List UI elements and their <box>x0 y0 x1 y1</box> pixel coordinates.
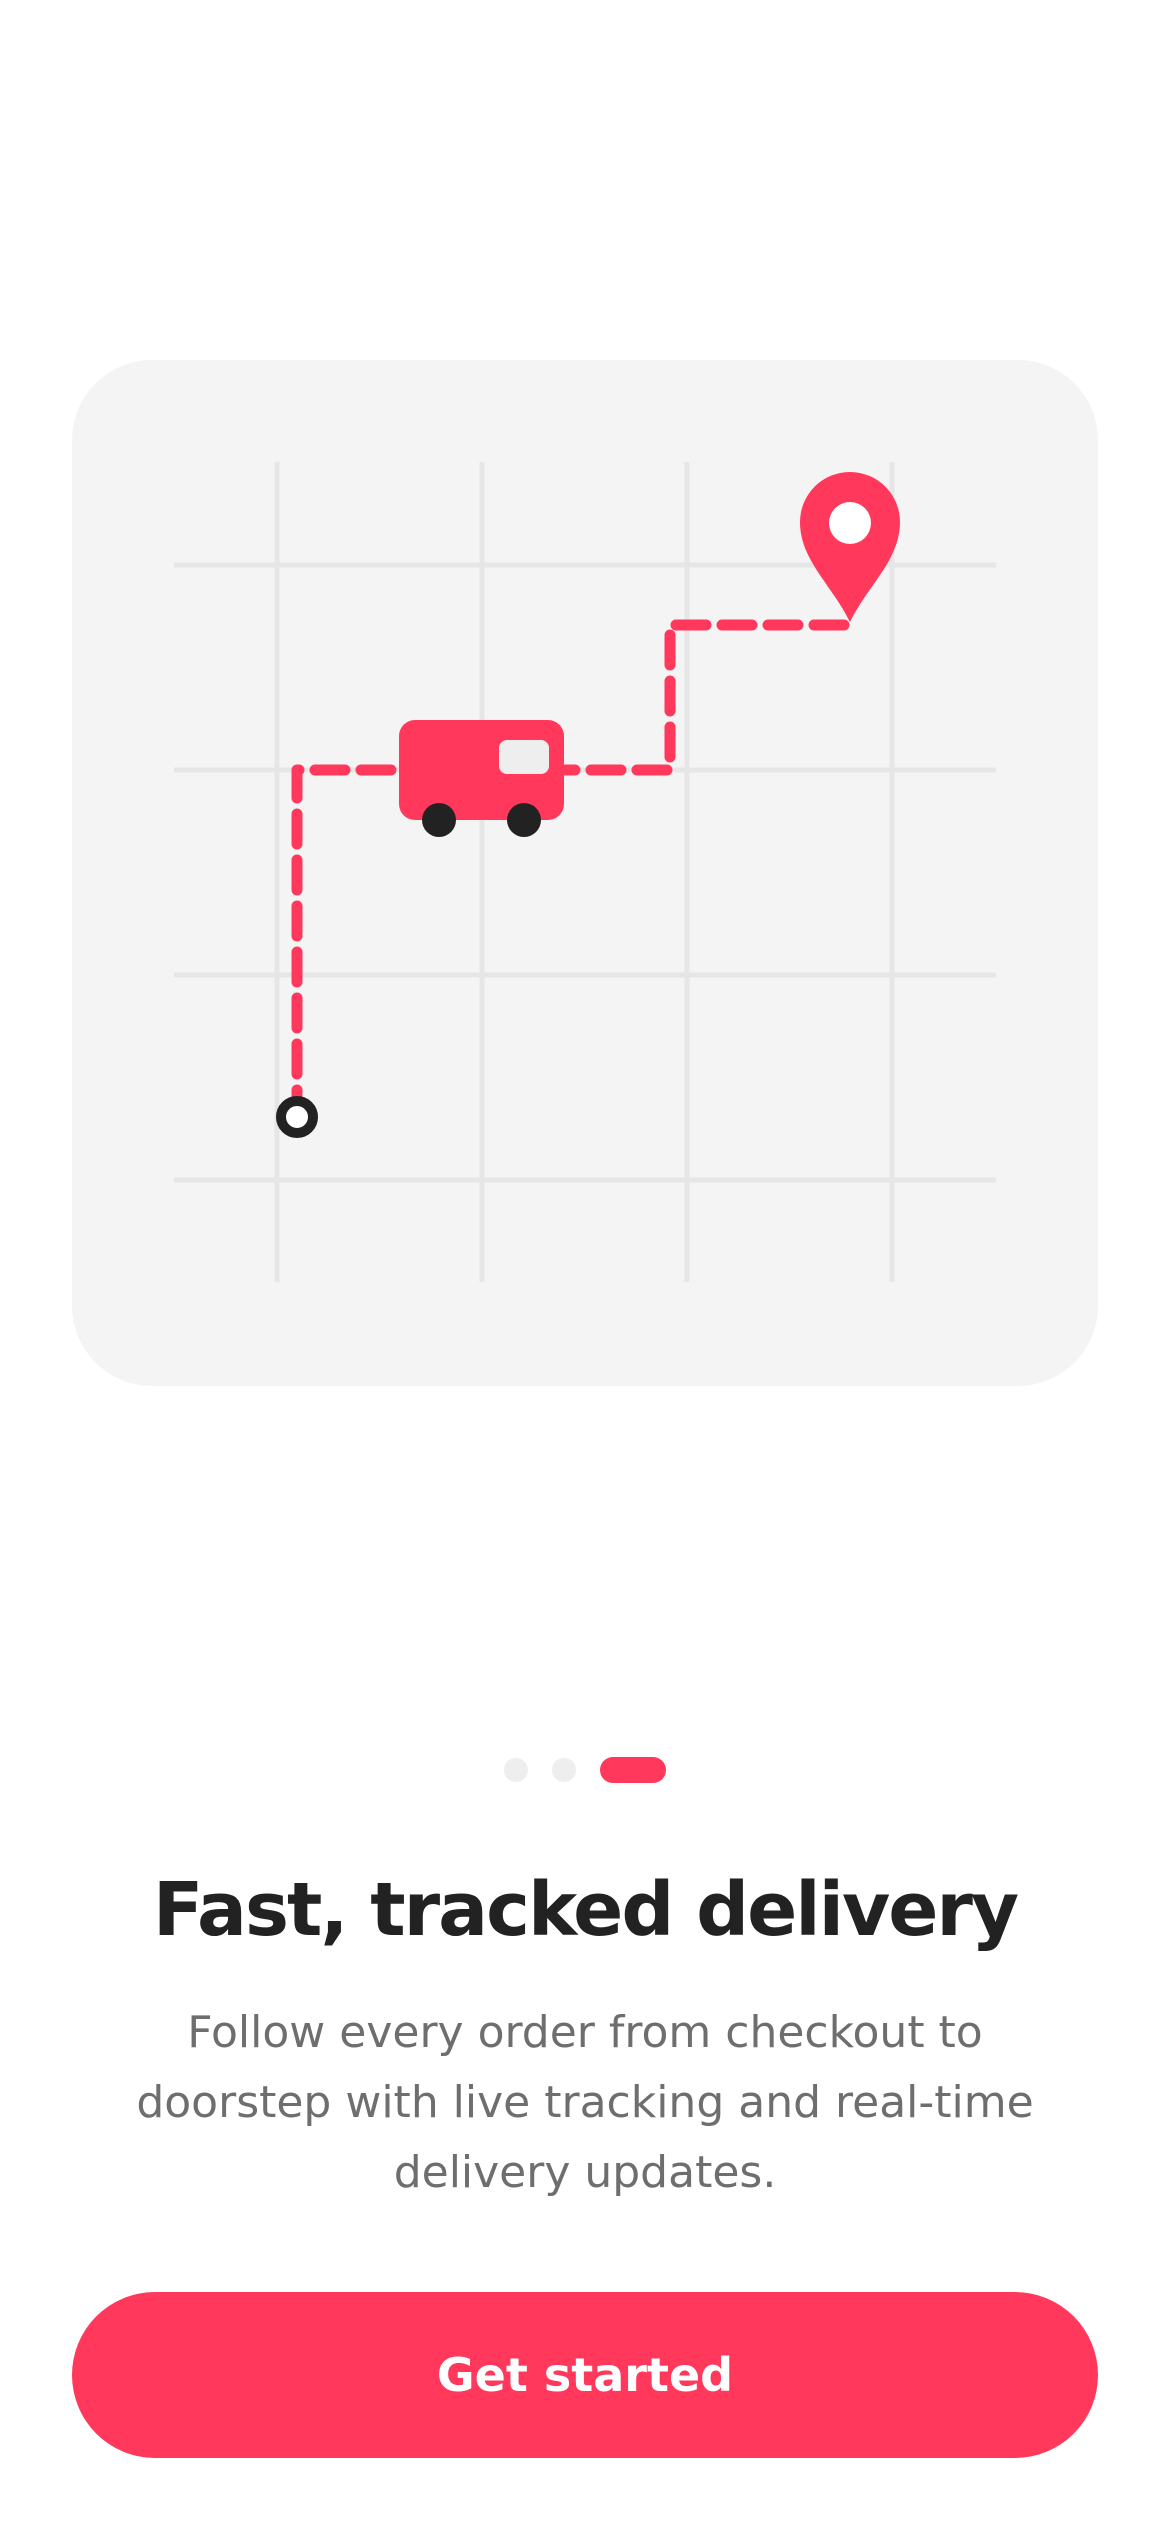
illustration-card <box>72 360 1098 1386</box>
route-path <box>291 619 858 1126</box>
page-indicator <box>0 1757 1170 1783</box>
page-dot-1[interactable] <box>504 1758 528 1782</box>
page-dot-2[interactable] <box>552 1758 576 1782</box>
delivery-truck-icon <box>399 720 564 837</box>
delivery-route-illustration <box>174 462 996 1282</box>
get-started-button[interactable]: Get started <box>72 2292 1098 2458</box>
onboarding-title: Fast, tracked delivery <box>152 1867 1019 1953</box>
route-start-icon <box>276 1096 318 1138</box>
onboarding-description: Follow every order from checkout to door… <box>136 2007 1034 2198</box>
page-dot-3-active[interactable] <box>600 1757 666 1783</box>
map-pin-icon <box>800 472 900 622</box>
